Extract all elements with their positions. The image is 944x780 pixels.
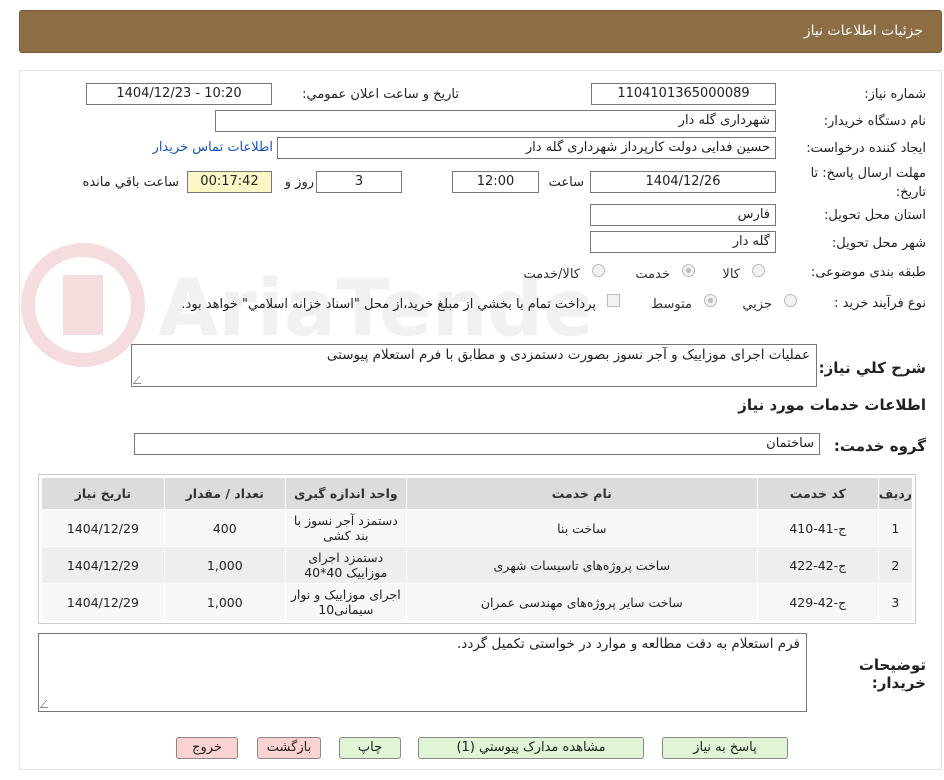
- col-header-name: نام خدمت: [405, 477, 758, 510]
- city-label: شهر محل تحويل:: [831, 236, 926, 251]
- print-button[interactable]: چاپ: [339, 737, 401, 759]
- deadline-days-label: روز و: [284, 175, 314, 190]
- page-title: جزئیات اطلاعات نیاز: [803, 23, 923, 39]
- deadline-label-line1: مهلت ارسال پاسخ: تا: [810, 166, 926, 181]
- category-option-service: خدمت: [635, 267, 670, 282]
- buyer-notes-label-line2: خريدار:: [871, 674, 926, 692]
- col-header-quantity: تعداد / مقدار: [163, 477, 286, 510]
- table-header-row: ردیف کد خدمت نام خدمت واحد اندازه گیری ت…: [41, 477, 914, 510]
- need-number-field: 1104101365000089: [591, 83, 776, 105]
- cell-service-code: ج-42-422: [756, 546, 879, 584]
- cell-service-code: ج-41-410: [756, 509, 879, 547]
- requester-field: حسین فدایی دولت کارپرداز شهرداری گله دار: [277, 137, 776, 159]
- category-radio-service[interactable]: [682, 264, 695, 277]
- category-option-goods: کالا: [722, 267, 740, 282]
- description-text: عملیات اجرای موزاییک و آجر نسوز بصورت دس…: [326, 347, 810, 363]
- exit-button[interactable]: خروج: [176, 737, 238, 759]
- deadline-time-field: 12:00: [452, 171, 539, 193]
- service-group-field: ساختمان: [134, 433, 820, 455]
- category-radio-goods-service[interactable]: [592, 264, 605, 277]
- remaining-time-label: ساعت باقي مانده: [82, 175, 179, 190]
- cell-need-date: 1404/12/29: [41, 509, 165, 547]
- cell-quantity: 400: [163, 509, 286, 547]
- cell-need-date: 1404/12/29: [41, 546, 165, 584]
- buyer-notes-label-line1: توضيحات: [858, 656, 926, 674]
- treasury-payment-note: پرداخت تمام يا بخشي از مبلغ خريد،از محل …: [181, 297, 596, 312]
- description-label: شرح کلي نياز:: [818, 359, 926, 377]
- requester-label: ايجاد کننده درخواست:: [806, 141, 926, 156]
- announce-datetime-field: 1404/12/23 - 10:20: [86, 83, 272, 105]
- cell-quantity: 1,000: [163, 546, 286, 584]
- cell-quantity: 1,000: [163, 583, 286, 621]
- process-option-medium: متوسط: [651, 297, 692, 312]
- buyer-notes-textarea: فرم استعلام به دقت مطالعه و موارد در خوا…: [38, 633, 807, 712]
- services-table: ردیف کد خدمت نام خدمت واحد اندازه گیری ت…: [41, 477, 914, 621]
- announce-datetime-label: تاريخ و ساعت اعلان عمومي:: [302, 87, 459, 102]
- services-table-wrapper: ردیف کد خدمت نام خدمت واحد اندازه گیری ت…: [38, 474, 916, 624]
- description-textarea: عملیات اجرای موزاییک و آجر نسوز بصورت دس…: [131, 344, 817, 387]
- deadline-label-line2: تاريخ:: [895, 185, 926, 200]
- remaining-time-field: 00:17:42: [187, 171, 272, 193]
- col-header-row: ردیف: [877, 477, 914, 510]
- reply-button[interactable]: پاسخ به نياز: [662, 737, 788, 759]
- cell-unit: دستمزد آجر نسوز با بند کشی: [284, 509, 407, 547]
- process-radio-medium[interactable]: [704, 294, 717, 307]
- col-header-date: تاریخ نیاز: [41, 477, 165, 510]
- deadline-days-field: 3: [316, 171, 402, 193]
- cell-service-name: ساخت بنا: [405, 509, 758, 547]
- back-button[interactable]: بازگشت: [257, 737, 321, 759]
- buyer-contact-link[interactable]: اطلاعات تماس خریدار: [153, 140, 273, 155]
- col-header-unit: واحد اندازه گیری: [284, 477, 407, 510]
- view-attachments-button[interactable]: مشاهده مدارک پيوستي (1): [418, 737, 644, 759]
- cell-service-name: ساخت سایر پروژه‌های مهندسی عمران: [405, 583, 758, 621]
- cell-unit: اجرای موزاییک و نوار سیمانی10: [284, 583, 407, 621]
- table-row: 2 ج-42-422 ساخت پروژه‌های تاسیسات شهری د…: [41, 546, 914, 584]
- buyer-org-label: نام دستگاه خريدار:: [823, 114, 926, 129]
- treasury-payment-checkbox[interactable]: [607, 294, 620, 307]
- category-label: طبقه بندی موضوعی:: [810, 265, 926, 280]
- province-label: استان محل تحويل:: [824, 208, 926, 223]
- cell-need-date: 1404/12/29: [41, 583, 165, 621]
- process-radio-minor[interactable]: [784, 294, 797, 307]
- cell-service-name: ساخت پروژه‌های تاسیسات شهری: [405, 546, 758, 584]
- services-section-title: اطلاعات خدمات مورد نياز: [738, 396, 926, 414]
- purchase-process-label: نوع فرآيند خريد :: [834, 296, 926, 311]
- table-row: 3 ج-42-429 ساخت سایر پروژه‌های مهندسی عم…: [41, 583, 914, 621]
- province-field: فارس: [590, 204, 776, 226]
- watermark-emblem-icon: [21, 243, 145, 367]
- cell-row-number: 3: [877, 583, 914, 621]
- cell-row-number: 1: [877, 509, 914, 547]
- category-option-goods-service: کالا/خدمت: [523, 267, 580, 282]
- need-number-label: شماره نیاز:: [864, 87, 926, 102]
- city-field: گله دار: [590, 231, 776, 253]
- col-header-code: کد خدمت: [756, 477, 879, 510]
- page-header: جزئیات اطلاعات نیاز: [19, 10, 942, 53]
- category-radio-goods[interactable]: [752, 264, 765, 277]
- deadline-time-label: ساعت: [548, 175, 584, 190]
- table-row: 1 ج-41-410 ساخت بنا دستمزد آجر نسوز با ب…: [41, 509, 914, 547]
- buyer-org-field: شهرداری گله دار: [215, 110, 776, 132]
- cell-service-code: ج-42-429: [756, 583, 879, 621]
- buyer-notes-text: فرم استعلام به دقت مطالعه و موارد در خوا…: [457, 636, 800, 652]
- service-group-label: گروه خدمت:: [833, 437, 926, 455]
- deadline-date-field: 1404/12/26: [590, 171, 776, 193]
- cell-row-number: 2: [877, 546, 914, 584]
- process-option-minor: جزيي: [742, 297, 772, 312]
- cell-unit: دستمزد اجرای موزاییک 40*40: [284, 546, 407, 584]
